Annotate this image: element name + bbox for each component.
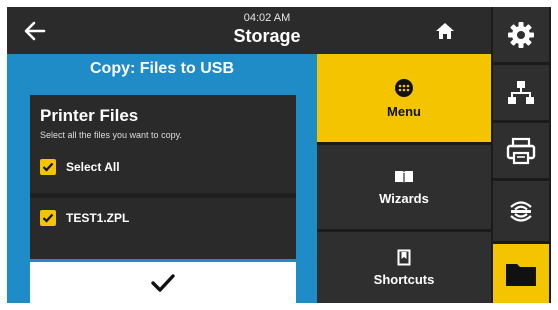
select-all-checkbox-row[interactable]: Select All (30, 147, 296, 187)
nav-label-menu: Menu (387, 103, 421, 119)
bookmark-icon (397, 249, 411, 265)
right-rail (491, 7, 551, 303)
files-heading: Printer Files (40, 106, 139, 125)
copy-panel: Copy: Files to USB Printer Files Select … (7, 54, 317, 303)
nav-item-wizards[interactable]: Wizards (317, 145, 491, 229)
nav-item-menu[interactable]: Menu (317, 54, 491, 142)
file-checkbox-row[interactable]: TEST1.ZPL (30, 193, 296, 238)
page-title: Storage (233, 26, 301, 46)
checkbox-checked-icon[interactable] (40, 159, 56, 175)
nav-label-wizards: Wizards (379, 190, 429, 206)
storage-button[interactable] (493, 244, 549, 303)
book-icon (395, 170, 413, 184)
wireless-button[interactable] (493, 181, 549, 241)
network-button[interactable] (493, 65, 549, 120)
panel-title: Copy: Files to USB (89, 60, 234, 77)
files-description: Select all the files you want to copy. (40, 130, 182, 140)
main-nav: Menu Wizards Shortcuts (317, 54, 491, 303)
printer-icon (506, 137, 536, 164)
settings-button[interactable] (493, 7, 549, 62)
confirm-button[interactable] (30, 262, 296, 303)
gear-icon (508, 21, 534, 48)
checkmark-icon (151, 273, 175, 292)
file-label: TEST1.ZPL (66, 211, 130, 225)
header-title-group: 04:02 AM Storage (157, 12, 377, 47)
back-button[interactable] (17, 13, 53, 49)
home-button[interactable] (427, 15, 463, 47)
menu-dots-icon (395, 78, 413, 97)
home-icon (436, 23, 454, 39)
wireless-icon (510, 201, 532, 222)
clock-time: 04:02 AM (243, 12, 291, 24)
folder-icon (506, 263, 536, 286)
nav-item-shortcuts[interactable]: Shortcuts (317, 232, 491, 303)
header-bar: 04:02 AM Storage (7, 7, 491, 54)
printer-screen: 04:02 AM Storage Copy: Files to USB Prin… (7, 7, 551, 303)
checkbox-checked-icon[interactable] (40, 210, 56, 226)
select-all-label: Select All (66, 160, 120, 174)
arrow-left-icon (24, 21, 46, 41)
printer-button[interactable] (493, 123, 549, 178)
printer-files-list: Printer Files Select all the files you w… (30, 95, 296, 259)
network-icon (508, 80, 534, 104)
nav-label-shortcuts: Shortcuts (373, 271, 435, 287)
